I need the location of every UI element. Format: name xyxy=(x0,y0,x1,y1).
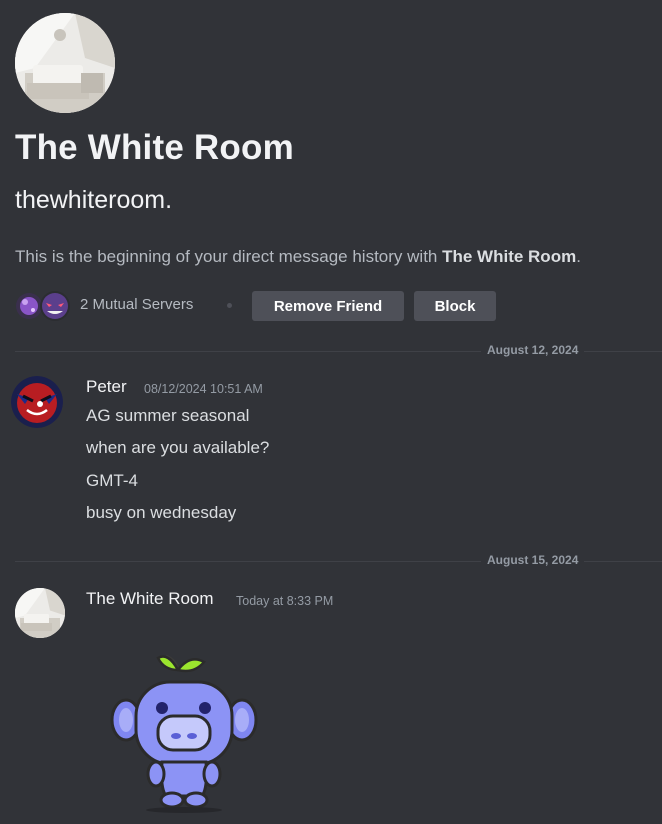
mutual-server-icons[interactable] xyxy=(15,290,75,322)
message-timestamp: 08/12/2024 10:51 AM xyxy=(144,382,263,396)
message-line: busy on wednesday xyxy=(86,503,237,522)
separator-dot xyxy=(227,303,232,308)
remove-friend-button[interactable]: Remove Friend xyxy=(252,291,404,321)
profile-display-name: The White Room xyxy=(15,128,294,167)
message-line: when are you available? xyxy=(86,438,270,457)
mutual-servers-link[interactable]: 2 Mutual Servers xyxy=(80,296,193,313)
message-line: GMT-4 xyxy=(86,471,138,490)
message-author[interactable]: The White Room xyxy=(86,589,214,609)
dm-intro-text: This is the beginning of your direct mes… xyxy=(15,247,581,267)
message-avatar[interactable] xyxy=(11,376,63,428)
intro-suffix: . xyxy=(576,247,581,266)
message-author[interactable]: Peter xyxy=(86,377,127,397)
profile-avatar[interactable] xyxy=(15,13,115,113)
message-line: AG summer seasonal xyxy=(86,406,250,425)
date-divider-label: August 12, 2024 xyxy=(481,343,585,357)
room-photo-icon xyxy=(15,588,65,638)
block-button[interactable]: Block xyxy=(414,291,496,321)
date-divider-label: August 15, 2024 xyxy=(481,553,585,567)
wumpus-sticker-icon xyxy=(110,654,258,813)
wumpus-sticker[interactable] xyxy=(106,648,266,813)
profile-username: thewhiteroom. xyxy=(15,186,173,214)
message-avatar[interactable] xyxy=(15,588,65,638)
server-icon-1 xyxy=(16,293,42,319)
room-photo-icon xyxy=(15,13,115,113)
intro-name: The White Room xyxy=(442,247,577,266)
message-timestamp: Today at 8:33 PM xyxy=(236,594,334,608)
user-avatar-icon xyxy=(11,376,63,428)
server-icon-2 xyxy=(40,291,70,321)
intro-prefix: This is the beginning of your direct mes… xyxy=(15,247,443,266)
